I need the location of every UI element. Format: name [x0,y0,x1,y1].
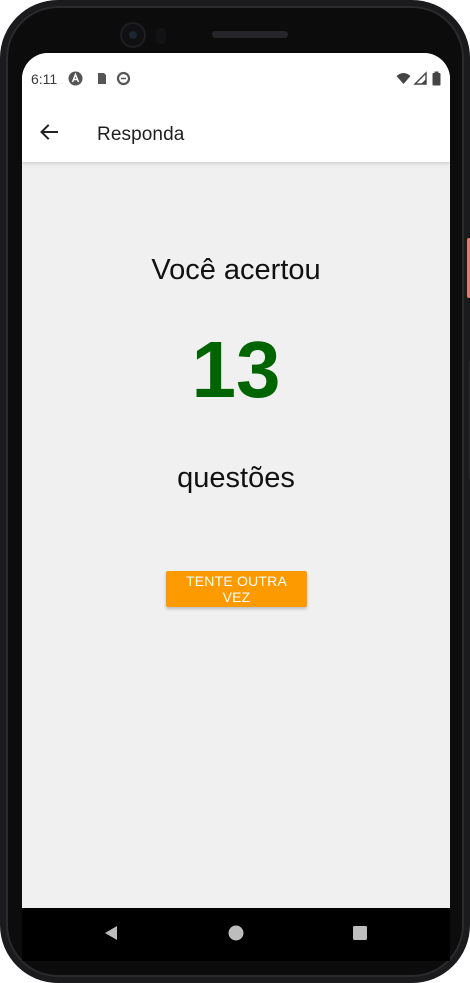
score-unit-label: questões [177,462,295,494]
phone-frame: 6:11 Responda Você acertou 13 questões T… [0,0,470,983]
retry-button[interactable]: TENTE OUTRA VEZ [166,571,307,607]
app-bar: Responda [22,105,450,162]
android-a-icon [68,71,83,86]
nav-back-button[interactable] [100,924,122,946]
home-circle-icon [227,924,245,947]
data-saver-icon [116,71,131,86]
system-navigation-bar [22,908,450,961]
earpiece-speaker [212,31,288,38]
status-bar: 6:11 [22,53,450,105]
cell-signal-icon [413,71,428,86]
back-button[interactable] [34,119,64,149]
back-triangle-icon [102,924,120,947]
status-time: 6:11 [31,71,58,87]
camera-sensor [156,28,166,44]
nav-home-button[interactable] [225,924,247,946]
score-heading: Você acertou [151,254,321,286]
wifi-icon [396,71,411,86]
recents-square-icon [351,924,369,947]
result-content: Você acertou 13 questões TENTE OUTRA VEZ [22,162,450,908]
nav-recents-button[interactable] [349,924,371,946]
score-value: 13 [191,325,281,414]
arrow-back-icon [38,121,60,148]
front-camera [122,24,144,46]
battery-icon [432,71,441,86]
app-screen: 6:11 Responda Você acertou 13 questões T… [22,53,450,961]
page-title: Responda [97,124,185,145]
sd-card-icon [94,71,109,86]
